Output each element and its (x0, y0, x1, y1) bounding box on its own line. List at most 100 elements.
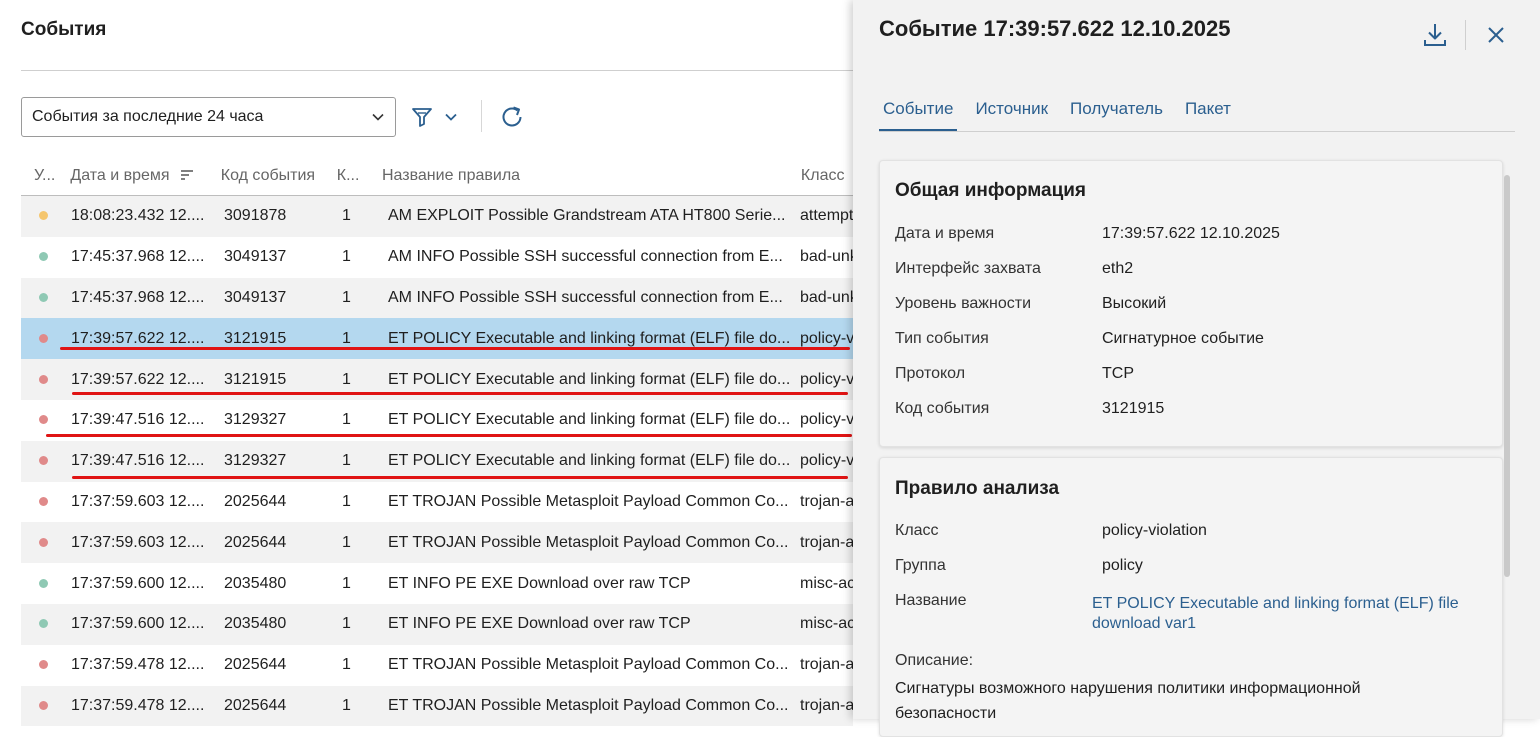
download-button[interactable] (1420, 20, 1450, 50)
rule-name-cell: ET TROJAN Possible Metasploit Payload Co… (388, 696, 789, 714)
count-cell: 1 (342, 370, 351, 388)
field-value: 3121915 (1102, 400, 1165, 417)
table-row[interactable]: 17:39:57.622 12.... 3121915 1 ET POLICY Exe… (21, 318, 853, 360)
table-row[interactable]: 17:37:59.478 12.... 2025644 1 ET TROJAN Pos… (21, 685, 853, 727)
severity-cell (21, 248, 71, 266)
field-value: policy (1102, 557, 1143, 574)
severity-cell (21, 289, 71, 307)
count-cell: 1 (342, 329, 351, 347)
code-cell: 2025644 (224, 656, 287, 674)
analysis-rule-title: Правило анализа (895, 478, 1060, 499)
datetime-cell: 17:37:59.603 12.... (71, 533, 205, 551)
red-underline-annotation (72, 392, 848, 395)
column-header-code[interactable]: Код события (221, 167, 337, 185)
column-header-rule-name[interactable]: Название правила (382, 167, 787, 185)
datetime-cell: 17:37:59.600 12.... (71, 574, 205, 592)
severity-cell (21, 411, 71, 429)
table-body: 18:08:23.432 12.... 3091878 1 AM EXPLOIT Po… (21, 196, 853, 727)
field-label: Тип события (895, 330, 989, 347)
code-cell: 3049137 (224, 288, 287, 306)
tab-source[interactable]: Источник (971, 95, 1052, 131)
count-cell: 1 (342, 696, 351, 714)
datetime-cell: 17:39:57.622 12.... (71, 370, 205, 388)
field-label: Интерфейс захвата (895, 260, 1041, 277)
rule-name-cell: ET TROJAN Possible Metasploit Payload Co… (388, 656, 789, 674)
severity-cell (21, 493, 71, 511)
column-header-count[interactable]: К... (337, 167, 382, 185)
class-cell: trojan-a (800, 492, 853, 510)
table-row[interactable]: 17:37:59.603 12.... 2025644 1 ET TROJAN Pos… (21, 522, 853, 564)
field-value: policy-violation (1102, 522, 1207, 539)
table-row[interactable]: 17:45:37.968 12.... 3049137 1 AM INFO Possi… (21, 277, 853, 319)
class-cell: attempt (800, 207, 853, 225)
rule-name-cell: ET POLICY Executable and linking format … (388, 329, 791, 347)
severity-cell (21, 656, 71, 674)
class-cell: misc-ac (800, 574, 853, 592)
severity-cell (21, 575, 71, 593)
chevron-down-icon (445, 113, 457, 121)
datetime-cell: 17:37:59.603 12.... (71, 492, 205, 510)
rule-name-cell: AM EXPLOIT Possible Grandstream ATA HT80… (388, 207, 786, 225)
severity-dot (39, 578, 48, 588)
datetime-cell: 17:37:59.600 12.... (71, 615, 205, 633)
tab-event[interactable]: Событие (879, 95, 958, 131)
table-row[interactable]: 17:45:37.968 12.... 3049137 1 AM INFO Possi… (21, 237, 853, 278)
severity-dot (39, 292, 48, 302)
class-cell: policy-v (800, 452, 853, 470)
severity-dot (39, 252, 48, 262)
class-cell: trojan-a (800, 533, 853, 551)
table-row[interactable]: 18:08:23.432 12.... 3091878 1 AM EXPLOIT Po… (21, 196, 853, 237)
refresh-button[interactable] (498, 103, 526, 131)
period-select[interactable]: События за последние 24 часа (21, 97, 396, 137)
filter-button[interactable] (410, 103, 464, 131)
count-cell: 1 (342, 452, 351, 470)
severity-cell (21, 207, 71, 225)
code-cell: 2035480 (224, 615, 287, 633)
description-label: Описание: (895, 652, 974, 669)
close-icon (1488, 27, 1504, 43)
rule-name-cell: AM INFO Possible SSH successful connecti… (388, 248, 783, 266)
table-row[interactable]: 17:37:59.600 12.... 2035480 1 ET INFO PE EX… (21, 603, 853, 645)
event-details-drawer: Событие 17:39:57.622 12.10.2025 Событие … (853, 0, 1540, 737)
tab-packet[interactable]: Пакет (1181, 95, 1235, 131)
toolbar-divider (481, 100, 482, 132)
field-value: Сигнатурное событие (1102, 330, 1264, 347)
datetime-cell: 17:37:59.478 12.... (71, 696, 205, 714)
severity-dot (39, 374, 48, 384)
class-cell: bad-unk (800, 288, 853, 306)
count-cell: 1 (342, 533, 351, 551)
column-header-level[interactable]: У... (21, 167, 70, 185)
code-cell: 2025644 (224, 533, 287, 551)
table-row[interactable]: 17:37:59.600 12.... 2035480 1 ET INFO PE EX… (21, 563, 853, 604)
class-cell: policy-v (800, 329, 853, 347)
download-icon (1424, 24, 1446, 46)
drawer-title: Событие 17:39:57.622 12.10.2025 (879, 16, 1231, 41)
table-row[interactable]: 17:37:59.478 12.... 2025644 1 ET TROJAN Pos… (21, 645, 853, 686)
severity-dot (39, 619, 48, 629)
severity-dot (39, 660, 48, 670)
severity-dot (39, 333, 48, 343)
events-panel: События События за последние 24 часа У..… (0, 0, 853, 727)
drawer-scrollbar[interactable] (1504, 175, 1510, 577)
severity-dot (39, 700, 48, 710)
sort-icon[interactable] (180, 169, 194, 181)
red-underline-annotation (72, 476, 848, 479)
field-label: Группа (895, 557, 946, 574)
code-cell: 3129327 (224, 452, 287, 470)
code-cell: 3129327 (224, 411, 287, 429)
rule-name-link[interactable]: ET POLICY Executable and linking format … (1092, 594, 1492, 634)
red-underline-annotation (46, 434, 852, 437)
general-info-title: Общая информация (895, 180, 1087, 201)
table-row[interactable]: 17:37:59.603 12.... 2025644 1 ET TROJAN Pos… (21, 482, 853, 523)
severity-dot (39, 211, 48, 221)
tab-destination[interactable]: Получатель (1066, 95, 1167, 131)
rule-name-cell: ET POLICY Executable and linking format … (388, 370, 791, 388)
rule-name-cell: ET TROJAN Possible Metasploit Payload Co… (388, 533, 789, 551)
drawer-tabs: Событие Источник Получатель Пакет (879, 95, 1515, 132)
close-button[interactable] (1485, 24, 1507, 46)
field-label: Название (895, 592, 967, 609)
column-header-datetime[interactable]: Дата и время (70, 167, 220, 185)
severity-cell (21, 330, 71, 348)
title-divider (21, 70, 853, 71)
column-header-class[interactable]: Класс (787, 167, 853, 185)
